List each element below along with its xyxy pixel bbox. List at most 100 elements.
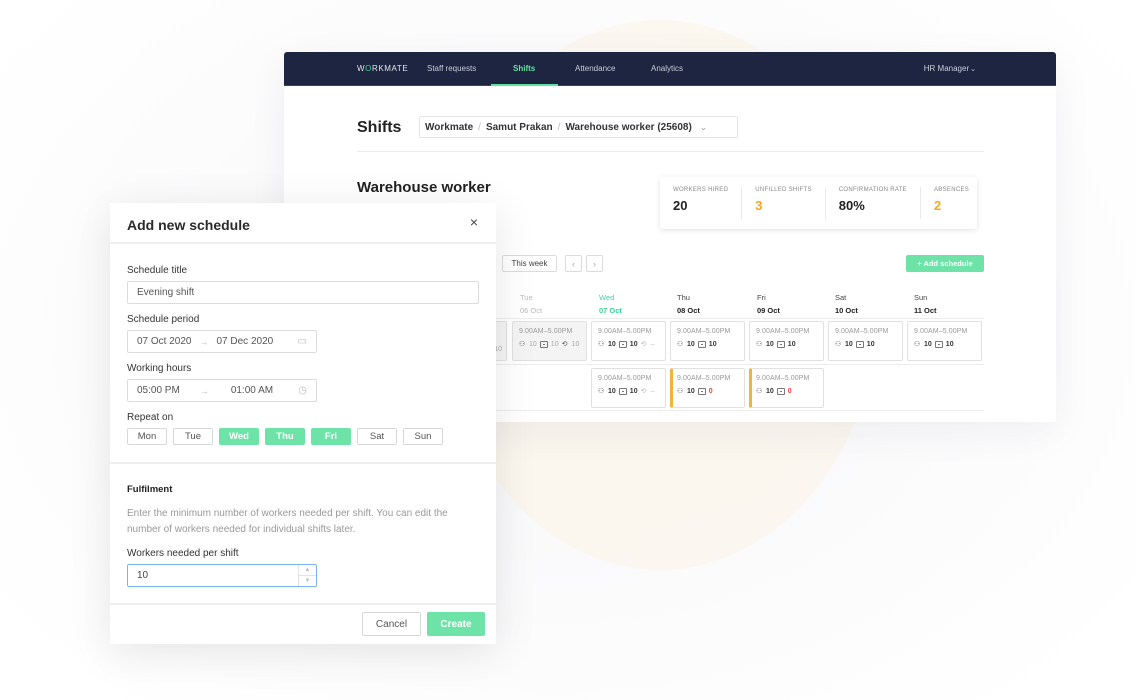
prev-week-button[interactable]: ‹ [565,255,582,272]
shift-card[interactable]: 9.00AM–5.00PM ⚇ 10 10 [670,321,745,361]
logo-text: RKMATE [371,64,409,73]
chevron-left-icon: ‹ [572,258,575,269]
confirmed-count: 10 [629,388,638,395]
shift-card[interactable]: 9.00AM–5.00PM ⚇ 10 10 [828,321,903,361]
schedule-period-picker[interactable]: 07 Oct 2020 → 07 Dec 2020 ▭ [127,330,317,353]
confirmed-count: 10 [629,341,638,348]
day-date: 10 Oct [835,306,858,315]
confirmed-icon [618,388,627,395]
breadcrumb-item[interactable]: Warehouse worker (25608) [565,122,691,133]
page-title: Shifts [357,119,402,136]
shift-card-unfilled[interactable]: 9.00AM–5.00PM ⚇ 10 0 [749,368,824,408]
repeat-day-tue[interactable]: Tue [173,428,213,445]
workers-icon: ⚇ [914,341,921,348]
workers-count: 10 [766,341,774,348]
nav-item-attendance[interactable]: Attendance [575,64,615,73]
schedule-title-input[interactable]: Evening shift [127,281,479,304]
working-hours-picker[interactable]: 05:00 PM → 01:00 AM ◷ [127,379,317,402]
workers-icon: ⚇ [598,341,605,348]
this-week-button[interactable]: This week [502,255,557,272]
hours-end[interactable]: 01:00 AM [231,385,273,396]
section-divider [110,462,496,464]
chevron-down-icon: ⌄ [970,66,976,73]
confirmed-count: 10 [945,341,954,348]
working-hours-label: Working hours [127,363,192,374]
schedule-title-label: Schedule title [127,265,188,276]
decrement-button[interactable]: ▼ [299,576,316,587]
workers-icon: ⚇ [519,341,526,348]
workers-count: 10 [529,341,537,348]
day-header-fri: Fri 09 Oct [757,293,780,315]
workers-count: 10 [687,388,695,395]
repeat-day-thu[interactable]: Thu [265,428,305,445]
close-icon[interactable]: × [470,214,478,230]
chevron-down-icon: ⌄ [699,121,708,132]
calendar-icon: ▭ [297,336,307,347]
repeat-day-mon[interactable]: Mon [127,428,167,445]
schedule-period-label: Schedule period [127,314,200,325]
stat-label: CONFIRMATION RATE [838,187,907,193]
confirmed-count: 0 [787,388,792,395]
add-schedule-button[interactable]: + Add schedule [906,255,984,272]
shift-card[interactable]: 9.00AM–5.00PM ⚇ 10 10 ⟲ – [591,368,666,408]
modal-title: Add new schedule [127,217,250,233]
stat-value: 80% [838,198,865,213]
create-button[interactable]: Create [427,612,485,636]
breadcrumb-selector[interactable]: Workmate / Samut Prakan / Warehouse work… [419,116,738,138]
confirmed-count: 10 [866,341,875,348]
hours-start[interactable]: 05:00 PM [137,385,180,396]
grid-line [494,364,984,365]
shift-card[interactable]: 9.00AM–5.00PM ⚇ 10 10 [749,321,824,361]
checkin-icon: ⟲ [561,341,568,348]
checkin-count: 10 [571,341,580,348]
workmate-logo[interactable]: WORKMATE [357,64,408,73]
repeat-day-fri[interactable]: Fri [311,428,351,445]
confirmed-count: 0 [708,388,713,395]
fulfilment-help-text: Enter the minimum number of workers need… [127,508,448,535]
next-week-button[interactable]: › [586,255,603,272]
day-name: Wed [599,293,615,302]
shift-card-unfilled[interactable]: 9.00AM–5.00PM ⚇ 10 0 [670,368,745,408]
shift-card[interactable]: 9.00AM–5.00PM ⚇ 10 10 ⟲ 10 [512,321,587,361]
day-name: Tue [520,293,533,302]
shift-time: 9.00AM–5.00PM [914,328,968,335]
repeat-day-sat[interactable]: Sat [357,428,397,445]
stat-value: 20 [673,198,688,213]
schedule-title-value: Evening shift [137,287,195,298]
grid-line [494,318,984,319]
shift-card[interactable]: 9.00AM–5.00PM ⚇ 10 10 [907,321,982,361]
nav-item-analytics[interactable]: Analytics [651,64,683,73]
confirmed-icon [855,341,864,348]
period-start[interactable]: 07 Oct 2020 [137,336,191,347]
workers-icon: ⚇ [677,388,684,395]
cancel-button[interactable]: Cancel [362,612,421,636]
user-menu-label: HR Manager [923,64,970,73]
arrow-right-icon: → [199,385,209,396]
stats-card: WORKERS HIRED 20 UNFILLED SHIFTS 3 CONFI… [660,177,977,229]
shift-time: 9.00AM–5.00PM [756,375,810,382]
period-end[interactable]: 07 Dec 2020 [216,336,273,347]
nav-item-shifts[interactable]: Shifts [513,64,535,73]
fulfilment-title: Fulfilment [127,484,173,495]
checkin-icon: ⟲ [640,341,647,348]
increment-button[interactable]: ▲ [299,565,316,576]
workers-needed-input[interactable]: 10 ▲ ▼ [127,564,317,587]
workers-count: 10 [687,341,695,348]
checkin-count: – [650,388,655,395]
breadcrumb-item[interactable]: Workmate [425,122,473,133]
shift-card[interactable]: 9.00AM–5.00PM ⚇ 10 10 ⟲ – [591,321,666,361]
stat-label: ABSENCES [933,187,970,193]
repeat-day-wed[interactable]: Wed [219,428,259,445]
grid-line [494,410,984,411]
workers-icon: ⚇ [677,341,684,348]
repeat-day-sun[interactable]: Sun [403,428,443,445]
stat-confirmation-rate: CONFIRMATION RATE 80% [826,187,921,219]
stat-workers-hired: WORKERS HIRED 20 [660,187,743,219]
shift-time: 9.00AM–5.00PM [677,375,731,382]
stat-value: 3 [755,198,763,213]
nav-item-staff-requests[interactable]: Staff requests [427,64,476,73]
user-menu[interactable]: HR Manager⌄ [924,64,976,73]
footer-divider [110,603,496,605]
breadcrumb-item[interactable]: Samut Prakan [486,122,553,133]
modal-header: Add new schedule × [110,203,496,244]
